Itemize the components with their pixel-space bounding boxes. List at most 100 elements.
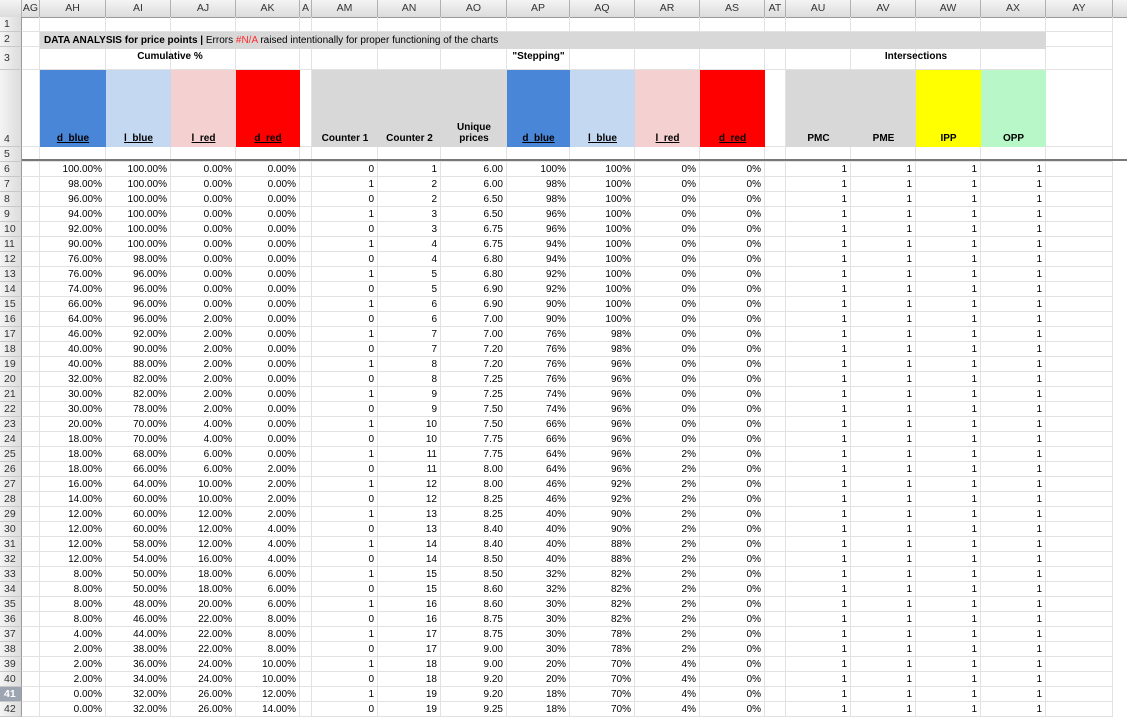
data-cell[interactable]: 90% [507,297,570,312]
data-cell[interactable]: 1 [981,267,1046,282]
data-cell[interactable]: 1 [786,342,851,357]
header-ax-opp[interactable]: OPP [981,70,1046,147]
cell-ay[interactable] [1046,507,1113,522]
data-cell[interactable]: 1 [916,162,981,177]
cell-ay[interactable] [1046,537,1113,552]
data-cell[interactable]: 9.00 [441,657,507,672]
data-cell[interactable]: 8.00% [40,597,106,612]
data-cell[interactable]: 16 [378,612,441,627]
data-cell[interactable]: 2% [635,597,700,612]
data-cell[interactable]: 1 [916,357,981,372]
data-cell[interactable]: 0% [700,702,765,717]
data-cell[interactable]: 1 [786,672,851,687]
data-cell[interactable]: 0% [635,207,700,222]
data-cell[interactable]: 2% [635,507,700,522]
data-cell[interactable]: 0.00% [236,387,300,402]
cell-ay[interactable] [1046,70,1113,147]
data-cell[interactable]: 7.00 [441,327,507,342]
data-cell[interactable]: 9 [378,387,441,402]
data-cell[interactable]: 0 [312,312,378,327]
cell-ay[interactable] [1046,162,1113,177]
data-cell[interactable]: 1 [786,177,851,192]
data-cell[interactable]: 0% [700,492,765,507]
data-cell[interactable]: 1 [981,672,1046,687]
data-cell[interactable]: 1 [981,222,1046,237]
data-cell[interactable]: 0 [312,522,378,537]
data-cell[interactable]: 8.40 [441,537,507,552]
section-cumulative[interactable]: Cumulative % [40,51,300,62]
data-cell[interactable]: 1 [916,537,981,552]
data-cell[interactable]: 1 [981,462,1046,477]
cell-ag[interactable] [22,357,40,372]
data-cell[interactable]: 1 [851,522,916,537]
data-cell[interactable]: 100.00% [106,192,171,207]
header-ao-unique-prices[interactable]: Unique prices [441,70,507,147]
data-cell[interactable]: 2% [635,447,700,462]
data-cell[interactable]: 1 [916,522,981,537]
data-cell[interactable]: 78% [570,642,635,657]
data-cell[interactable]: 82.00% [106,372,171,387]
data-cell[interactable]: 1 [916,612,981,627]
data-cell[interactable]: 98.00% [40,177,106,192]
cell-al[interactable] [300,162,312,177]
data-cell[interactable]: 82% [570,567,635,582]
cell-al[interactable] [300,192,312,207]
data-cell[interactable]: 1 [851,687,916,702]
data-cell[interactable]: 1 [786,627,851,642]
data-cell[interactable]: 1 [851,657,916,672]
data-cell[interactable]: 1 [786,207,851,222]
cell-at[interactable] [765,522,786,537]
data-cell[interactable]: 96% [570,357,635,372]
row-header-17[interactable]: 17 [0,327,22,342]
data-cell[interactable]: 1 [851,477,916,492]
row-header-35[interactable]: 35 [0,597,22,612]
data-cell[interactable]: 1 [312,477,378,492]
cell-au[interactable] [786,17,851,32]
data-cell[interactable]: 0% [700,162,765,177]
data-cell[interactable]: 26.00% [171,702,236,717]
data-cell[interactable]: 1 [851,627,916,642]
cell-ay[interactable] [1046,47,1113,70]
data-cell[interactable]: 1 [916,312,981,327]
data-cell[interactable]: 1 [851,552,916,567]
cell-al[interactable] [300,432,312,447]
data-cell[interactable]: 2% [635,567,700,582]
row-header-14[interactable]: 14 [0,282,22,297]
data-cell[interactable]: 1 [312,267,378,282]
cell-ay[interactable] [1046,597,1113,612]
row-header-38[interactable]: 38 [0,642,22,657]
data-cell[interactable]: 0% [700,342,765,357]
data-cell[interactable]: 4% [635,657,700,672]
cell-ay[interactable] [1046,672,1113,687]
data-cell[interactable]: 92.00% [106,327,171,342]
cell-ag[interactable] [22,447,40,462]
data-cell[interactable]: 32.00% [40,372,106,387]
row-header-37[interactable]: 37 [0,627,22,642]
data-cell[interactable]: 0% [700,402,765,417]
data-cell[interactable]: 92% [507,282,570,297]
cell-al[interactable] [300,642,312,657]
data-cell[interactable]: 8.00% [236,627,300,642]
data-cell[interactable]: 90% [507,312,570,327]
data-cell[interactable]: 0.00% [171,267,236,282]
data-cell[interactable]: 0.00% [236,192,300,207]
data-cell[interactable]: 92% [570,492,635,507]
data-cell[interactable]: 76% [507,372,570,387]
data-cell[interactable]: 0% [700,312,765,327]
data-cell[interactable]: 0 [312,342,378,357]
data-cell[interactable]: 0% [700,567,765,582]
data-cell[interactable]: 10 [378,417,441,432]
data-cell[interactable]: 1 [981,657,1046,672]
cell-al[interactable] [300,627,312,642]
cell-al[interactable] [300,597,312,612]
cell-ao[interactable] [441,17,507,32]
data-cell[interactable]: 0.00% [40,687,106,702]
data-cell[interactable]: 2.00% [40,642,106,657]
cell-at[interactable] [765,357,786,372]
data-cell[interactable]: 8.60 [441,582,507,597]
data-cell[interactable]: 10.00% [236,657,300,672]
data-cell[interactable]: 14 [378,537,441,552]
cell-ay[interactable] [1046,552,1113,567]
cell-al[interactable] [300,402,312,417]
data-cell[interactable]: 1 [786,252,851,267]
